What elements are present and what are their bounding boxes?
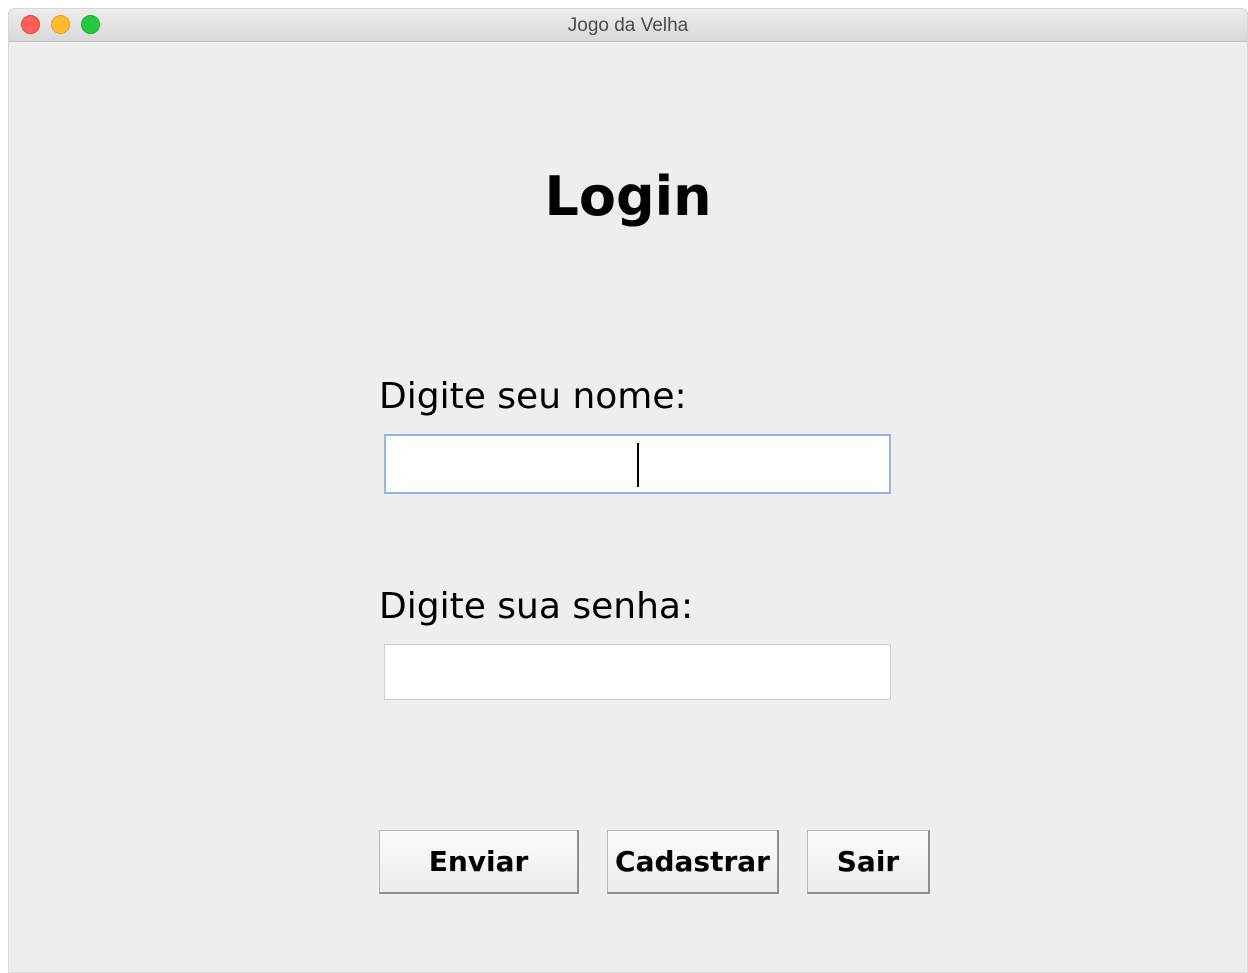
password-label: Digite sua senha: bbox=[379, 586, 694, 627]
title-bar[interactable]: Jogo da Velha bbox=[9, 9, 1247, 42]
submit-button[interactable]: Enviar bbox=[379, 830, 579, 894]
password-input[interactable] bbox=[384, 644, 891, 700]
app-window: Jogo da Velha Login Digite seu nome: Dig… bbox=[8, 8, 1248, 973]
text-caret bbox=[637, 443, 639, 487]
exit-button[interactable]: Sair bbox=[807, 830, 930, 894]
name-input[interactable] bbox=[384, 434, 891, 494]
name-label: Digite seu nome: bbox=[379, 376, 687, 417]
page-title: Login bbox=[544, 165, 712, 228]
window-title: Jogo da Velha bbox=[567, 15, 689, 36]
register-button[interactable]: Cadastrar bbox=[607, 830, 779, 894]
